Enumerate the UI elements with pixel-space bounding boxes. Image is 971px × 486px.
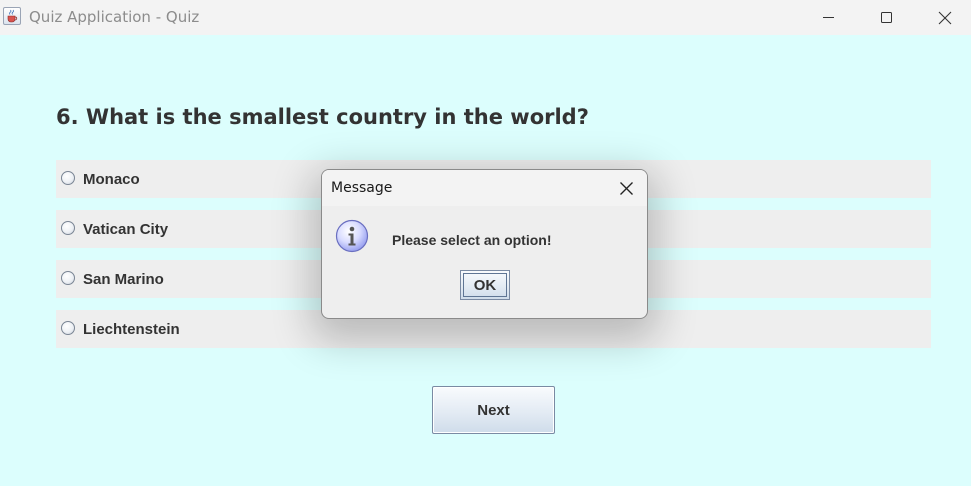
maximize-button[interactable]	[864, 0, 910, 35]
maximize-icon	[881, 12, 892, 23]
next-button[interactable]: Next	[432, 386, 555, 434]
minimize-icon	[823, 17, 834, 18]
quiz-window: Quiz Application - Quiz 6. What is the s…	[0, 0, 971, 486]
dialog-message: Please select an option!	[392, 232, 552, 248]
java-cup-icon	[3, 7, 21, 25]
next-button-label: Next	[477, 402, 510, 419]
ok-button-label: OK	[473, 277, 497, 294]
question-text: 6. What is the smallest country in the w…	[56, 105, 589, 129]
message-dialog: Message Please select an option! OK	[321, 169, 648, 319]
radio-button[interactable]	[61, 321, 75, 335]
title-bar[interactable]: Quiz Application - Quiz	[0, 0, 971, 35]
close-icon	[620, 182, 633, 195]
window-title: Quiz Application - Quiz	[29, 8, 200, 26]
option-label: San Marino	[83, 271, 164, 288]
dialog-close-button[interactable]	[611, 176, 641, 200]
close-button[interactable]	[922, 0, 968, 35]
info-icon	[335, 219, 369, 253]
ok-button[interactable]: OK	[460, 270, 510, 300]
option-label: Monaco	[83, 171, 140, 188]
radio-button[interactable]	[61, 171, 75, 185]
option-label: Vatican City	[83, 221, 169, 238]
radio-button[interactable]	[61, 221, 75, 235]
dialog-title-bar[interactable]: Message	[322, 170, 647, 206]
radio-button[interactable]	[61, 271, 75, 285]
close-icon	[938, 11, 952, 25]
dialog-title: Message	[331, 180, 393, 196]
option-label: Liechtenstein	[83, 321, 180, 338]
minimize-button[interactable]	[806, 0, 852, 35]
